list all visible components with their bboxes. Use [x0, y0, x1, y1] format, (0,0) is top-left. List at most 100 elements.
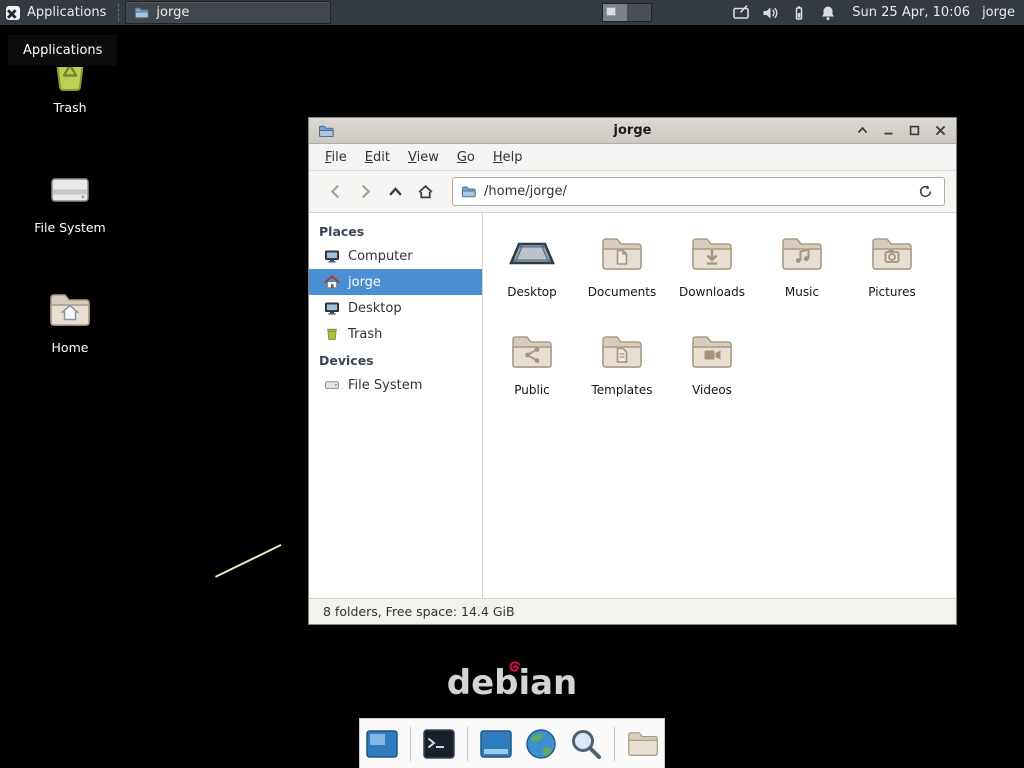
maximize-button[interactable] [908, 124, 921, 137]
debian-swirl-icon [508, 660, 522, 674]
file-manager-window: jorge File Edit View Go Help [308, 117, 957, 625]
forward-button[interactable] [350, 177, 380, 207]
volume-icon[interactable] [761, 4, 779, 22]
reload-icon [918, 184, 933, 199]
pictures-folder-icon [868, 230, 916, 278]
desktop-icon-home[interactable]: Home [15, 286, 125, 355]
workspace-1[interactable] [603, 4, 627, 21]
applications-menu-button[interactable]: Applications [0, 0, 116, 25]
applications-tooltip: Applications [7, 34, 118, 67]
dock-browser-button[interactable] [522, 725, 560, 763]
documents-folder-icon [598, 230, 646, 278]
dock-workspaces-button[interactable] [363, 725, 401, 763]
debian-logo: debian [447, 663, 578, 703]
workspaces-icon [364, 726, 400, 762]
clock[interactable]: Sun 25 Apr, 10:06 [852, 5, 970, 20]
path-folder-icon [461, 184, 476, 199]
folder-label: Videos [692, 383, 732, 397]
sidebar-item-trash[interactable]: Trash [309, 321, 482, 347]
folder-label: Documents [588, 285, 656, 299]
shade-button[interactable] [856, 124, 869, 137]
home-button[interactable] [410, 177, 440, 207]
sidebar-item-desktop[interactable]: Desktop [309, 295, 482, 321]
folder-item-desktop[interactable]: Desktop [487, 226, 577, 324]
workspace-switcher[interactable] [602, 3, 652, 22]
up-button[interactable] [380, 177, 410, 207]
taskbar-label: jorge [156, 5, 189, 20]
desktop-icon-label: Home [52, 340, 89, 355]
menu-file[interactable]: File [316, 146, 356, 169]
taskbar-item-jorge[interactable]: jorge [125, 1, 331, 24]
dock-separator [410, 727, 411, 761]
folder-item-documents[interactable]: Documents [577, 226, 667, 324]
dock-terminal-button[interactable] [420, 725, 458, 763]
templates-folder-icon [598, 328, 646, 376]
battery-icon[interactable] [790, 4, 808, 22]
desktop-icon-label: Trash [53, 100, 86, 115]
window-icon [318, 123, 334, 139]
window-titlebar[interactable]: jorge [309, 118, 956, 144]
folder-label: Public [514, 383, 550, 397]
menubar: File Edit View Go Help [309, 144, 956, 171]
dock-file-manager-button[interactable] [624, 725, 662, 763]
path-bar[interactable]: /home/jorge/ [452, 177, 945, 206]
back-icon [327, 183, 344, 200]
sidebar-item-file-system[interactable]: File System [309, 372, 482, 398]
folder-label: Templates [591, 383, 652, 397]
workspace-window-thumb [606, 7, 616, 16]
desktop-folder-icon [508, 230, 556, 278]
back-button[interactable] [320, 177, 350, 207]
path-text[interactable]: /home/jorge/ [484, 184, 906, 199]
public-folder-icon [508, 328, 556, 376]
folder-label: Desktop [507, 285, 557, 299]
up-icon [387, 183, 404, 200]
sidebar-item-label: Desktop [348, 301, 402, 316]
toolbar: /home/jorge/ [309, 171, 956, 213]
sidebar-item-label: Computer [348, 249, 413, 264]
folder-item-downloads[interactable]: Downloads [667, 226, 757, 324]
computer-icon [324, 248, 340, 264]
file-manager-icon [134, 5, 149, 20]
sidebar-item-jorge[interactable]: jorge [309, 269, 482, 295]
iconbox-icon [478, 726, 514, 762]
reload-button[interactable] [914, 181, 936, 203]
downloads-folder-icon [688, 230, 736, 278]
menu-go[interactable]: Go [448, 146, 484, 169]
file-view[interactable]: Desktop Documents Downloads [483, 213, 956, 598]
input-tablet-icon[interactable] [732, 4, 750, 22]
folder-item-public[interactable]: Public [487, 324, 577, 422]
top-panel: Applications jorge Sun 25 Apr, 10:06 jor… [0, 0, 1024, 25]
workspace-2[interactable] [627, 4, 651, 21]
desktop-monitor-icon [324, 300, 340, 316]
minimize-button[interactable] [882, 124, 895, 137]
applications-label: Applications [27, 5, 106, 20]
close-button[interactable] [934, 124, 947, 137]
videos-folder-icon [688, 328, 736, 376]
sidebar-item-label: jorge [348, 275, 381, 290]
file-manager-folder-icon [625, 726, 661, 762]
menu-view[interactable]: View [399, 146, 448, 169]
folder-item-videos[interactable]: Videos [667, 324, 757, 422]
folder-item-music[interactable]: Music [757, 226, 847, 324]
system-tray [732, 4, 837, 22]
folder-label: Pictures [868, 285, 916, 299]
desktop-icon-file-system[interactable]: File System [15, 166, 125, 235]
session-user-button[interactable]: jorge [982, 5, 1015, 20]
dock-iconbox-button[interactable] [477, 725, 515, 763]
home-icon [324, 274, 340, 290]
dock-app-finder-button[interactable] [567, 725, 605, 763]
sidebar: Places Computer jorge Desktop Trash Devi… [309, 213, 483, 598]
notifications-bell-icon[interactable] [819, 4, 837, 22]
folder-item-pictures[interactable]: Pictures [847, 226, 937, 324]
places-header: Places [309, 218, 482, 243]
home-icon [417, 183, 434, 200]
menu-edit[interactable]: Edit [356, 146, 399, 169]
folder-item-templates[interactable]: Templates [577, 324, 667, 422]
dock-separator [614, 727, 615, 761]
hard-drive-icon [46, 166, 94, 214]
desktop-icon-label: File System [34, 220, 106, 235]
menu-help[interactable]: Help [484, 146, 532, 169]
forward-icon [357, 183, 374, 200]
desktop-stray-line [215, 544, 281, 578]
sidebar-item-computer[interactable]: Computer [309, 243, 482, 269]
